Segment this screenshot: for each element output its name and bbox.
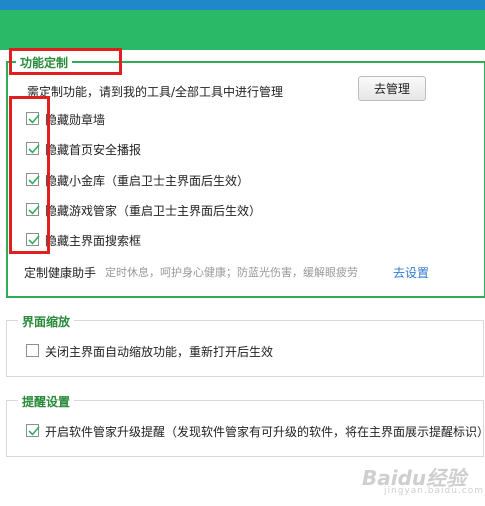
baidu-watermark: Baidu经验 jingyan.baidu.com xyxy=(362,462,483,500)
option-label: 隐藏小金库（重启卫士主界面后生效） xyxy=(45,174,250,188)
checkbox[interactable] xyxy=(26,424,40,437)
watermark-subtext: jingyan.baidu.com xyxy=(384,486,485,496)
checkmark-icon xyxy=(28,175,40,185)
checkmark-icon xyxy=(28,205,40,215)
title-bar xyxy=(0,0,485,10)
header-bar xyxy=(0,10,485,50)
checkmark-icon xyxy=(28,114,40,124)
custom-features-legend: 功能定制 xyxy=(16,54,73,71)
checkbox[interactable] xyxy=(26,112,40,125)
option-label: 隐藏主界面搜索框 xyxy=(45,234,142,248)
checkbox[interactable] xyxy=(26,233,40,246)
option-label: 隐藏勋章墙 xyxy=(45,113,106,127)
checkbox[interactable] xyxy=(26,142,40,155)
checkmark-icon xyxy=(28,426,40,436)
checkmark-icon xyxy=(28,144,40,154)
health-assistant-label: 定制健康助手 xyxy=(24,266,97,280)
health-assistant-desc: 定时休息，呵护身心健康；防蓝光伤害，缓解眼疲劳 xyxy=(105,266,358,279)
checkmark-icon xyxy=(28,235,40,245)
option-label: 开启软件管家升级提醒（发现软件管家有可升级的软件，将在主界面展示提醒标识） xyxy=(45,425,481,439)
option-label: 关闭主界面自动缩放功能，重新打开后生效 xyxy=(45,345,274,359)
option-label: 隐藏首页安全播报 xyxy=(45,143,142,157)
custom-hint-text: 需定制功能，请到我的工具/全部工具中进行管理 xyxy=(27,85,284,99)
checkbox[interactable] xyxy=(26,203,40,216)
checkbox[interactable] xyxy=(26,173,40,186)
zoom-legend: 界面缩放 xyxy=(18,313,75,330)
option-label: 隐藏游戏管家（重启卫士主界面后生效） xyxy=(45,204,262,218)
health-settings-link[interactable]: 去设置 xyxy=(393,264,429,281)
manage-button[interactable]: 去管理 xyxy=(358,76,426,101)
checkbox[interactable] xyxy=(26,344,39,357)
reminder-legend: 提醒设置 xyxy=(18,393,75,410)
